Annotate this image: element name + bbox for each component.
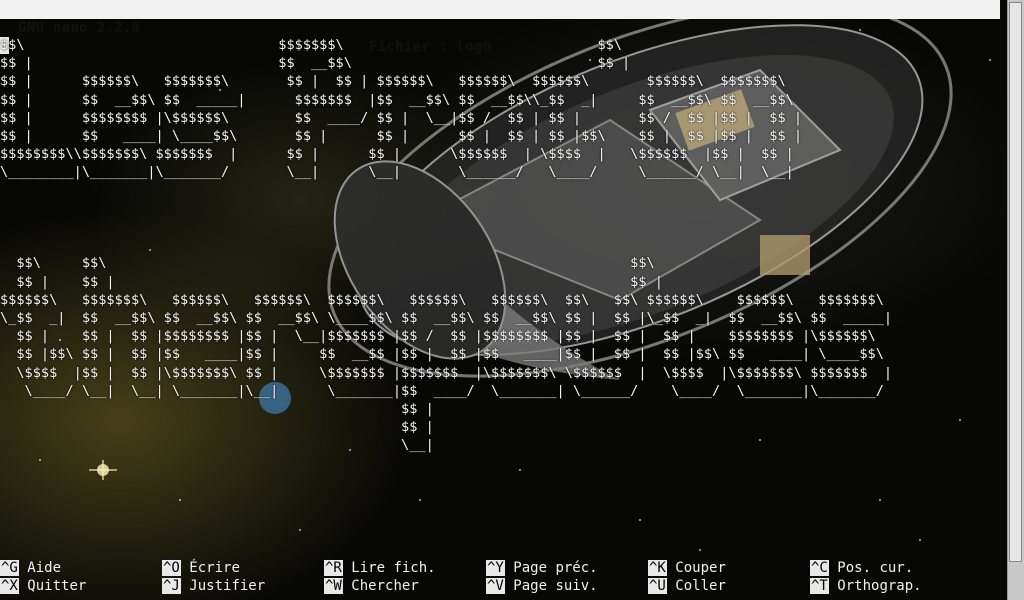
shortcut-label: Aide xyxy=(27,560,62,576)
shortcut-read-file[interactable]: ^R Lire fich. xyxy=(324,559,436,577)
shortcut-key: ^U xyxy=(648,578,667,594)
editor-text-area[interactable]: $$\ $$$$$$$\ $$\ $$ | $$ __$$\ $$ | $$ |… xyxy=(0,36,1000,556)
shortcut-key: ^R xyxy=(324,560,343,576)
shortcut-write[interactable]: ^O Écrire xyxy=(162,559,240,577)
shortcut-bar: ^G Aide ^X Quitter ^O Écrire ^J Justifie… xyxy=(0,559,1000,597)
shortcut-justify[interactable]: ^J Justifier xyxy=(162,577,265,595)
shortcut-search[interactable]: ^W Chercher xyxy=(324,577,419,595)
nano-titlebar: GNU nano 2.2.6 Fichier : logo xyxy=(0,0,1000,55)
shortcut-key: ^J xyxy=(162,578,181,594)
scrollbar-thumb[interactable] xyxy=(1009,2,1022,562)
shortcut-label: Lire fich. xyxy=(351,560,436,576)
shortcut-key: ^V xyxy=(486,578,505,594)
shortcut-key: ^T xyxy=(810,578,829,594)
shortcut-label: Chercher xyxy=(351,578,419,594)
shortcut-label: Pos. cur. xyxy=(837,560,914,576)
shortcut-key: ^Y xyxy=(486,560,505,576)
shortcut-quit[interactable]: ^X Quitter xyxy=(0,577,86,595)
shortcut-key: ^W xyxy=(324,578,343,594)
shortcut-cursor-pos[interactable]: ^C Pos. cur. xyxy=(810,559,913,577)
shortcut-key: ^X xyxy=(0,578,19,594)
shortcut-label: Coller xyxy=(675,578,726,594)
shortcut-next-page[interactable]: ^V Page suiv. xyxy=(486,577,598,595)
shortcut-label: Écrire xyxy=(189,560,240,576)
shortcut-cut[interactable]: ^K Couper xyxy=(648,559,726,577)
shortcut-key: ^C xyxy=(810,560,829,576)
shortcut-prev-page[interactable]: ^Y Page préc. xyxy=(486,559,598,577)
shortcut-key: ^O xyxy=(162,560,181,576)
shortcut-label: Couper xyxy=(675,560,726,576)
shortcut-label: Justifier xyxy=(189,578,266,594)
shortcut-label: Orthograp. xyxy=(837,578,922,594)
shortcut-spell[interactable]: ^T Orthograp. xyxy=(810,577,922,595)
shortcut-key: ^G xyxy=(0,560,19,576)
shortcut-label: Page préc. xyxy=(513,560,598,576)
shortcut-paste[interactable]: ^U Coller xyxy=(648,577,726,595)
shortcut-key: ^K xyxy=(648,560,667,576)
shortcut-help[interactable]: ^G Aide xyxy=(0,559,61,577)
shortcut-label: Quitter xyxy=(27,578,87,594)
shortcut-label: Page suiv. xyxy=(513,578,598,594)
